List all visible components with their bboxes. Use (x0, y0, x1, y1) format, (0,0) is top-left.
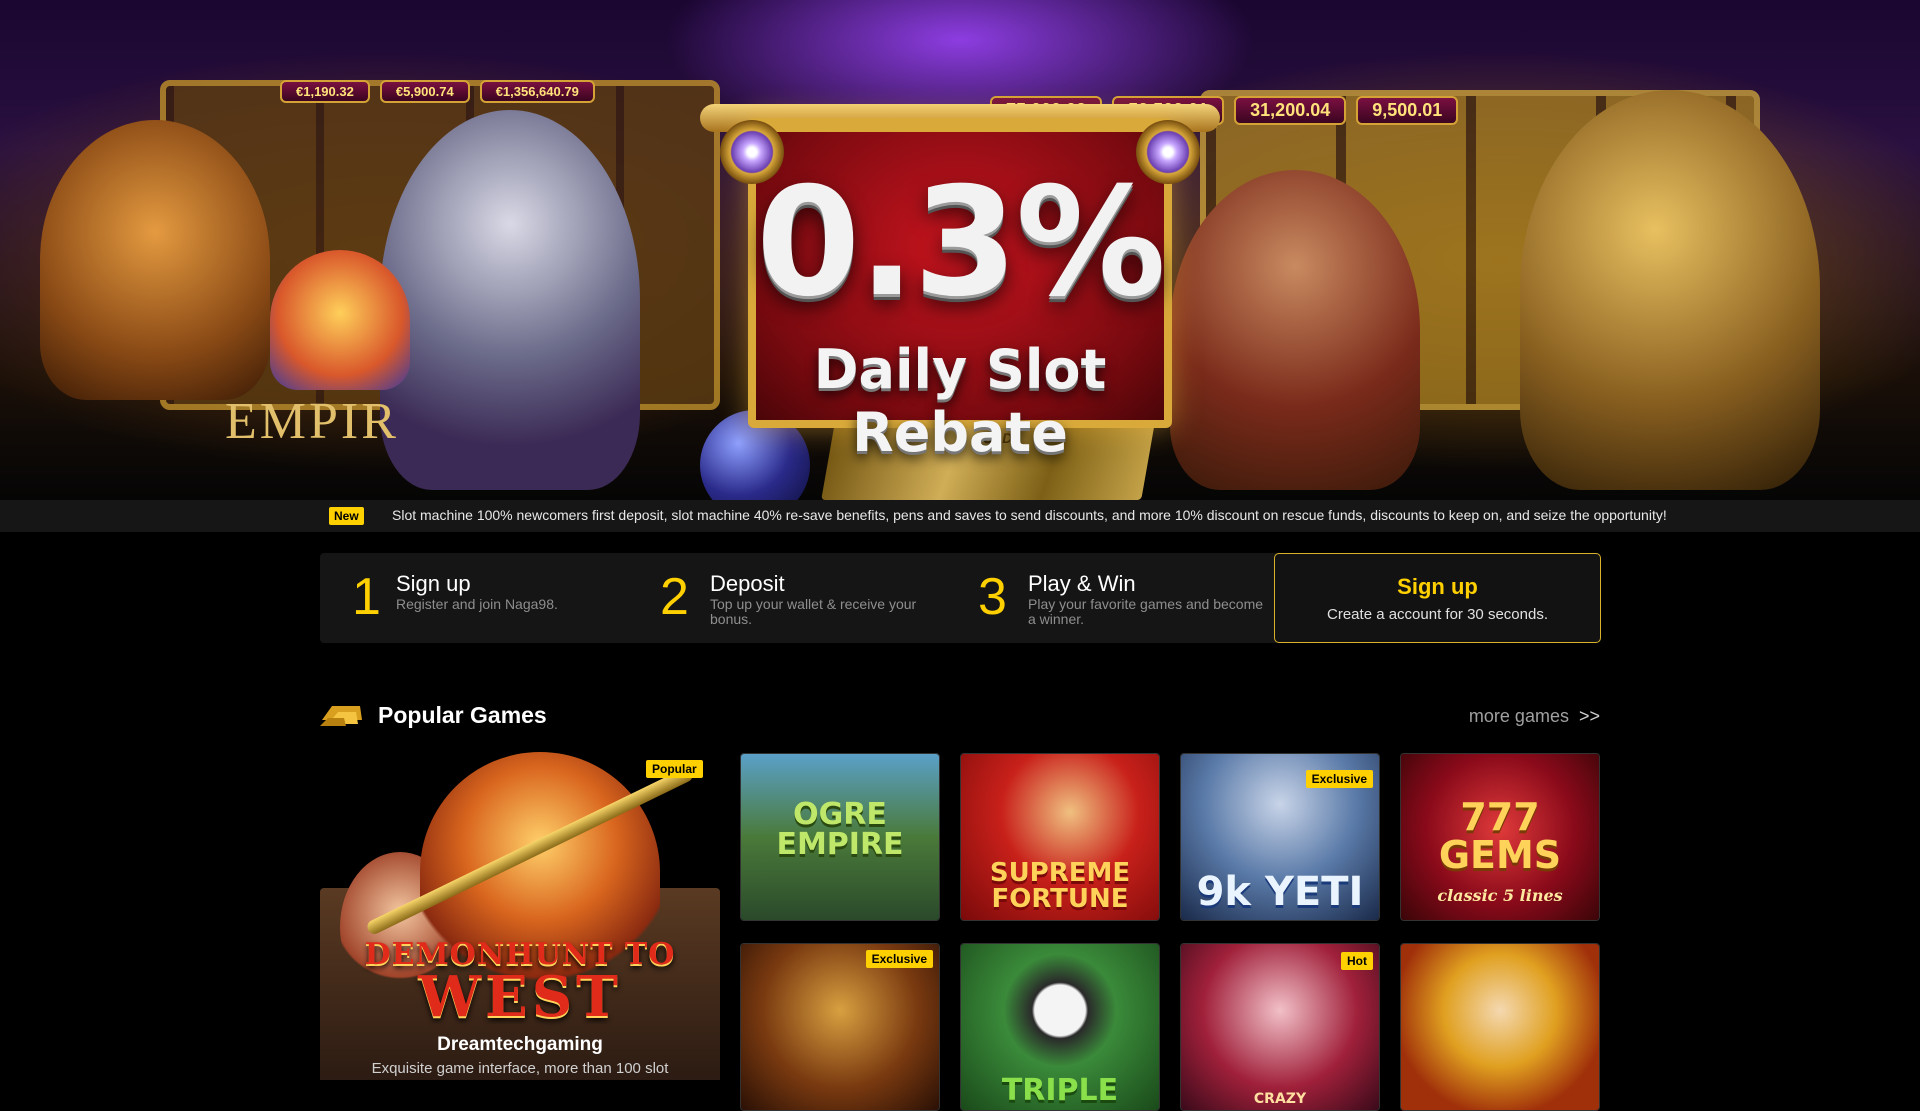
step-desc: Register and join Naga98. (396, 596, 558, 612)
gladiator-illustration (1520, 90, 1820, 490)
step-number: 2 (660, 568, 689, 626)
step-title: Deposit (710, 571, 785, 596)
jackpot-row-left: €1,190.32 €5,900.74 €1,356,640.79 (280, 80, 595, 103)
jackpot-value: 9,500.01 (1356, 96, 1459, 125)
section-title: Popular Games (378, 702, 547, 728)
featured-game-desc: Exquisite game interface, more than 100 … (371, 1060, 669, 1077)
more-games-arrows: >> (1578, 706, 1600, 726)
game-tile-crazy[interactable]: CRAZY Hot (1180, 943, 1380, 1111)
more-games-label: more games (1468, 706, 1569, 726)
more-games-link[interactable]: more games >> (1469, 706, 1600, 727)
game-title: TRIPLE (1001, 1073, 1119, 1108)
tiger-illustration (40, 120, 270, 400)
game-title: CRAZY (1253, 1091, 1307, 1107)
game-title: SUPREME FORTUNE (989, 858, 1131, 914)
signup-button[interactable]: Sign up Create a account for 30 seconds. (1274, 553, 1601, 643)
jester-illustration (270, 250, 410, 390)
game-tile-supreme-fortune[interactable]: SUPREME FORTUNE (960, 753, 1160, 921)
game-tile-ogre-empire[interactable]: OGRE EMPIRE (740, 753, 940, 921)
step-number: 1 (352, 568, 381, 626)
game-subtitle: classic 5 lines (1437, 886, 1563, 905)
popular-badge: Popular (646, 760, 703, 778)
game-tile-warrior[interactable]: Exclusive (740, 943, 940, 1111)
game-tile-777-gems[interactable]: 777 GEMS classic 5 lines (1400, 753, 1600, 921)
hero-banner[interactable]: €1,190.32 €5,900.74 €1,356,640.79 75,000… (0, 0, 1920, 500)
game-tile-fortune-god[interactable] (1400, 943, 1600, 1111)
signup-button-title: Sign up (1397, 574, 1478, 599)
game-title: 777 GEMS (1438, 795, 1562, 877)
new-badge: New (329, 507, 364, 525)
wizard-illustration (380, 110, 640, 490)
exclusive-badge: Exclusive (865, 950, 933, 968)
game-tile-triple-panda[interactable]: TRIPLE (960, 943, 1160, 1111)
exclusive-badge: Exclusive (1305, 770, 1373, 788)
empire-logo-text: EMPIR (225, 393, 399, 450)
logo-line-2: WEST (418, 964, 622, 1030)
jackpot-value: €1,190.32 (280, 80, 370, 103)
rebate-percentage: 0.3% (755, 156, 1166, 330)
step-desc: Play your favorite games and become a wi… (1028, 596, 1264, 627)
featured-game-title: Dreamtechgaming (437, 1034, 603, 1055)
jackpot-value: €1,356,640.79 (479, 80, 595, 103)
popular-games-header: Popular Games more games >> (320, 696, 1600, 736)
jackpot-value: 31,200.04 (1234, 96, 1347, 125)
signup-button-desc: Create a account for 30 seconds. (1327, 606, 1548, 623)
featured-game-card[interactable]: DEMONHUNT TO WEST Dreamtechgaming Exquis… (320, 752, 720, 1080)
hot-badge: Hot (1341, 952, 1373, 970)
ticker-text[interactable]: Slot machine 100% newcomers first deposi… (392, 507, 1667, 523)
rebate-label: Daily Slot Rebate (813, 338, 1107, 464)
game-art (1401, 944, 1599, 1110)
step-title: Play & Win (1028, 571, 1136, 596)
jackpot-value: €5,900.74 (379, 80, 470, 103)
gold-ingot-icon (320, 706, 362, 726)
game-title: OGRE EMPIRE (776, 797, 904, 862)
step-number: 3 (978, 568, 1007, 626)
featured-game-logo: DEMONHUNT TO WEST (320, 937, 720, 1030)
game-tile-9k-yeti[interactable]: 9k YETI Exclusive (1180, 753, 1380, 921)
game-art (741, 944, 939, 1110)
step-title: Sign up (396, 571, 471, 596)
game-title: 9k YETI (1196, 869, 1364, 915)
step-desc: Top up your wallet & receive your bonus. (710, 596, 917, 627)
